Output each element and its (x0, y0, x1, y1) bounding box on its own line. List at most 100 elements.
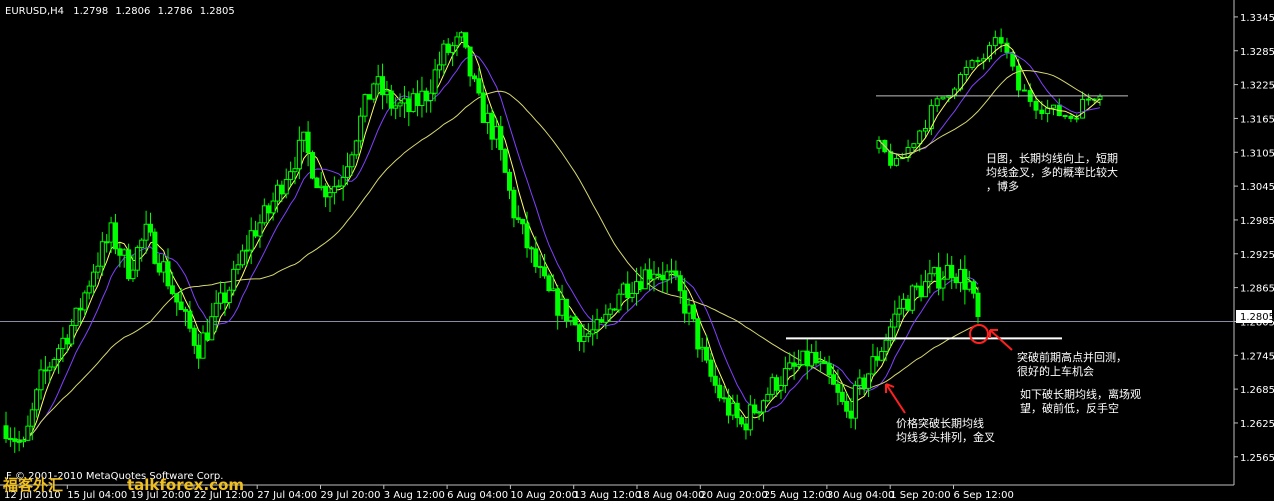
candle-body (957, 268, 963, 284)
candle-body (147, 223, 153, 233)
candle-body (253, 230, 259, 237)
candle-body (7, 437, 13, 440)
inset-candle-body (1068, 115, 1074, 119)
low-value: 1.2786 (158, 6, 193, 17)
candle-body (126, 249, 132, 280)
candle-body (629, 293, 635, 298)
candle-body (620, 283, 626, 295)
candle-body (38, 369, 44, 391)
candle-body (362, 94, 368, 117)
candle-body (708, 359, 714, 377)
candle-body (112, 222, 118, 250)
candle-body (476, 78, 482, 94)
price-tick-label: 1.2925 (1240, 250, 1274, 261)
candle-body (520, 218, 526, 225)
candle-body (612, 308, 618, 311)
candle-body (266, 205, 272, 214)
price-chart[interactable]: 1.3345 1.3285 1.3225 1.3165 1.3105 1.3045 1.29… (0, 0, 1274, 501)
candle-body (69, 324, 75, 345)
candle-body (673, 270, 679, 277)
candle-body (480, 92, 486, 124)
candle-body (717, 384, 723, 399)
candle-body (42, 369, 48, 372)
candle-body (380, 76, 386, 96)
candle-body (879, 350, 885, 361)
candle-body (901, 298, 907, 309)
candle-body (515, 217, 521, 220)
candle-body (730, 402, 736, 416)
time-tick-label: 6 Aug 04:00 (447, 490, 508, 501)
candle-body (406, 98, 412, 113)
symbol-label: EURUSD,H4 (5, 6, 64, 17)
candle-body (274, 184, 280, 202)
candle-body (345, 166, 351, 178)
candle-body (21, 439, 27, 443)
time-tick-label: 18 Aug 04:00 (637, 490, 704, 501)
inset-candle-body (911, 143, 917, 149)
candle-body (633, 281, 639, 295)
candle-body (944, 264, 950, 280)
candle-body (936, 267, 942, 289)
candle-body (774, 377, 780, 391)
candle-body (34, 389, 40, 411)
candle-body (485, 112, 491, 124)
candle-body (739, 417, 745, 425)
inset-candle-body (1074, 117, 1080, 120)
inset-candle-body (992, 37, 998, 47)
candle-body (283, 179, 289, 195)
candle-body (3, 425, 9, 439)
inset-candle-body (934, 98, 940, 107)
candle-body (12, 438, 18, 442)
candle-body (931, 267, 937, 275)
price-tick-label: 1.2625 (1240, 419, 1274, 430)
candle-body (581, 335, 587, 342)
candle-body (191, 327, 197, 346)
candle-body (371, 83, 377, 100)
candle-body (25, 425, 31, 441)
candle-body (546, 275, 552, 291)
candle-body (196, 344, 202, 359)
time-tick-label: 27 Jul 04:00 (257, 490, 317, 501)
candle-body (51, 359, 57, 368)
inset-candle-body (923, 128, 929, 132)
candle-body (594, 319, 600, 331)
candle-body (358, 115, 364, 142)
candle-body (134, 247, 140, 271)
time-tick-label: 1 Sep 20:00 (890, 490, 950, 501)
inset-candle-body (1062, 115, 1068, 118)
inset-candle-body (893, 157, 899, 166)
time-tick-label: 10 Aug 20:00 (510, 490, 577, 501)
candle-body (91, 271, 97, 287)
candle-body (507, 171, 513, 191)
candle-body (800, 350, 806, 366)
candle-body (555, 288, 561, 316)
candle-body (839, 391, 845, 402)
time-tick-label: 13 Aug 12:00 (574, 490, 641, 501)
candle-body (327, 192, 333, 198)
inset-candle-body (1021, 89, 1027, 92)
candle-body (296, 139, 302, 170)
candle-body (690, 304, 696, 320)
candle-body (323, 185, 329, 198)
candle-body (874, 356, 880, 361)
candle-body (82, 292, 88, 311)
candle-body (178, 301, 184, 311)
candle-body (213, 302, 219, 318)
candle-body (314, 177, 320, 189)
price-tick-label: 1.3345 (1240, 13, 1274, 24)
price-tick-label: 1.2985 (1240, 216, 1274, 227)
candle-body (686, 304, 692, 314)
candle-body (813, 351, 819, 364)
candle-body (187, 310, 193, 329)
inset-candle-body (963, 66, 969, 76)
candle-body (498, 126, 504, 150)
candle-body (949, 264, 955, 279)
candle-body (318, 185, 324, 189)
candle-body (962, 268, 968, 290)
open-value: 1.2798 (73, 6, 108, 17)
candle-body (493, 126, 499, 140)
inset-candle-body (917, 130, 923, 145)
high-value: 1.2806 (115, 6, 150, 17)
candle-body (857, 377, 863, 386)
candle-body (852, 384, 858, 419)
